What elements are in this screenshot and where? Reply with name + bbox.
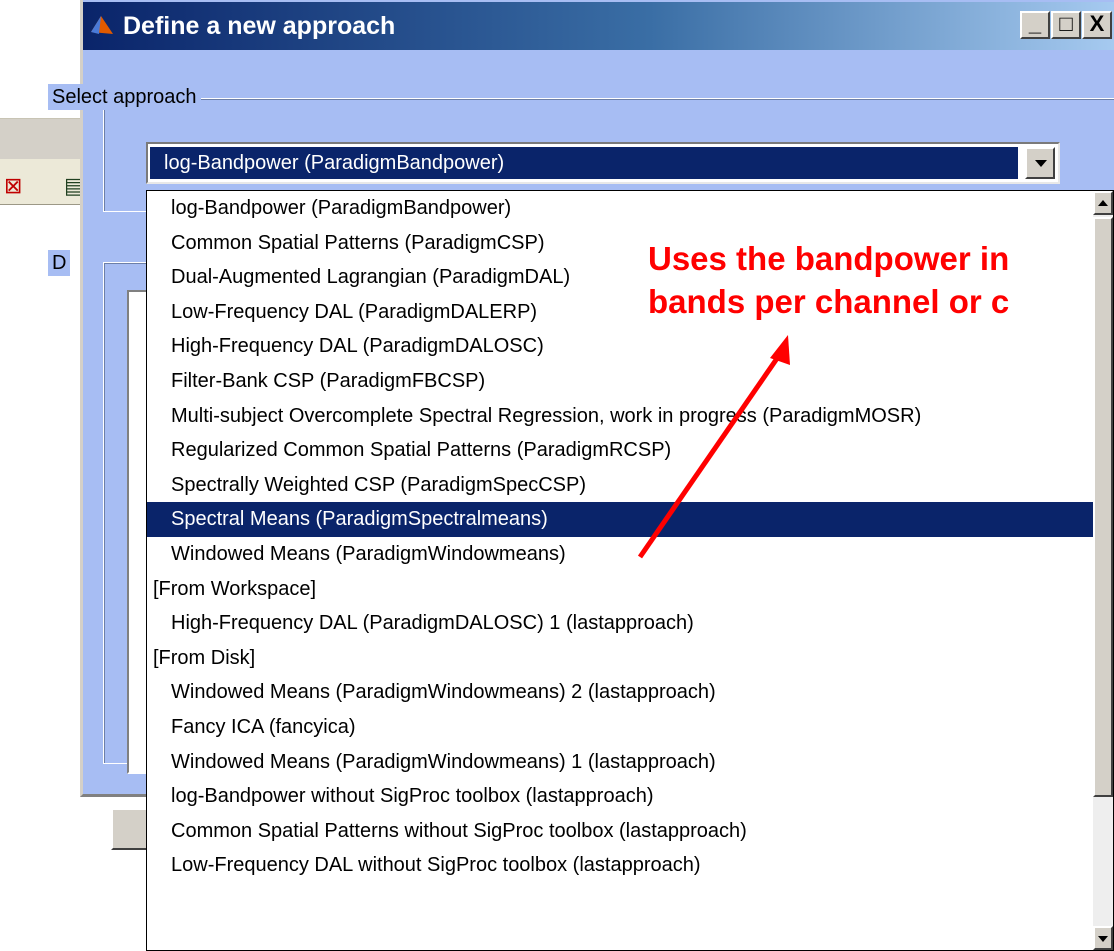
list-item[interactable]: Common Spatial Patterns without SigProc … (147, 814, 1093, 849)
list-item[interactable]: Filter-Bank CSP (ParadigmFBCSP) (147, 364, 1093, 399)
list-item[interactable]: Regularized Common Spatial Patterns (Par… (147, 433, 1093, 468)
scrollbar-thumb[interactable] (1093, 217, 1113, 797)
maximize-icon: □ (1059, 11, 1073, 36)
approach-combobox[interactable]: log-Bandpower (ParadigmBandpower) (146, 142, 1060, 184)
annotation-line-1: Uses the bandpower in (648, 240, 1010, 277)
chevron-down-icon[interactable] (1025, 147, 1055, 179)
list-item[interactable]: log-Bandpower without SigProc toolbox (l… (147, 779, 1093, 814)
delete-icon[interactable]: ⊠ (4, 175, 22, 197)
annotation-line-2: bands per channel or c (648, 283, 1010, 320)
list-item[interactable]: Spectrally Weighted CSP (ParadigmSpecCSP… (147, 468, 1093, 503)
dialog-title: Define a new approach (123, 12, 396, 40)
background-toolbar (0, 119, 86, 159)
scroll-up-icon[interactable] (1093, 191, 1113, 215)
list-item[interactable]: Multi-subject Overcomplete Spectral Regr… (147, 399, 1093, 434)
list-item[interactable]: High-Frequency DAL (ParadigmDALOSC) (147, 329, 1093, 364)
list-item[interactable]: Windowed Means (ParadigmWindowmeans) 2 (… (147, 675, 1093, 710)
list-item[interactable]: High-Frequency DAL (ParadigmDALOSC) 1 (l… (147, 606, 1093, 641)
matlab-icon (91, 16, 113, 34)
scrollbar[interactable] (1093, 191, 1113, 950)
list-item[interactable]: Fancy ICA (fancyica) (147, 710, 1093, 745)
annotation-text: Uses the bandpower in bands per channel … (648, 237, 1009, 323)
list-item[interactable]: Spectral Means (ParadigmSpectralmeans) (147, 502, 1093, 537)
background-window: ⊠ ▤ (0, 118, 86, 205)
minimize-button[interactable]: _ (1020, 11, 1050, 39)
list-section-header[interactable]: [From Disk] (147, 641, 1093, 676)
combobox-selected-value[interactable]: log-Bandpower (ParadigmBandpower) (150, 147, 1018, 179)
description-label: D (48, 250, 71, 276)
list-item[interactable]: Windowed Means (ParadigmWindowmeans) (147, 537, 1093, 572)
list-item[interactable]: Windowed Means (ParadigmWindowmeans) 1 (… (147, 745, 1093, 780)
close-button[interactable]: X (1082, 11, 1112, 39)
title-bar[interactable]: Define a new approach _ □ X (83, 2, 1114, 50)
close-icon: X (1089, 11, 1105, 36)
list-section-header[interactable]: [From Workspace] (147, 572, 1093, 607)
maximize-button[interactable]: □ (1051, 11, 1081, 39)
scroll-down-icon[interactable] (1093, 926, 1113, 950)
select-approach-label: Select approach (48, 84, 201, 110)
minimize-icon: _ (1028, 11, 1042, 36)
list-item[interactable]: Low-Frequency DAL without SigProc toolbo… (147, 848, 1093, 883)
list-item[interactable]: log-Bandpower (ParadigmBandpower) (147, 191, 1093, 226)
